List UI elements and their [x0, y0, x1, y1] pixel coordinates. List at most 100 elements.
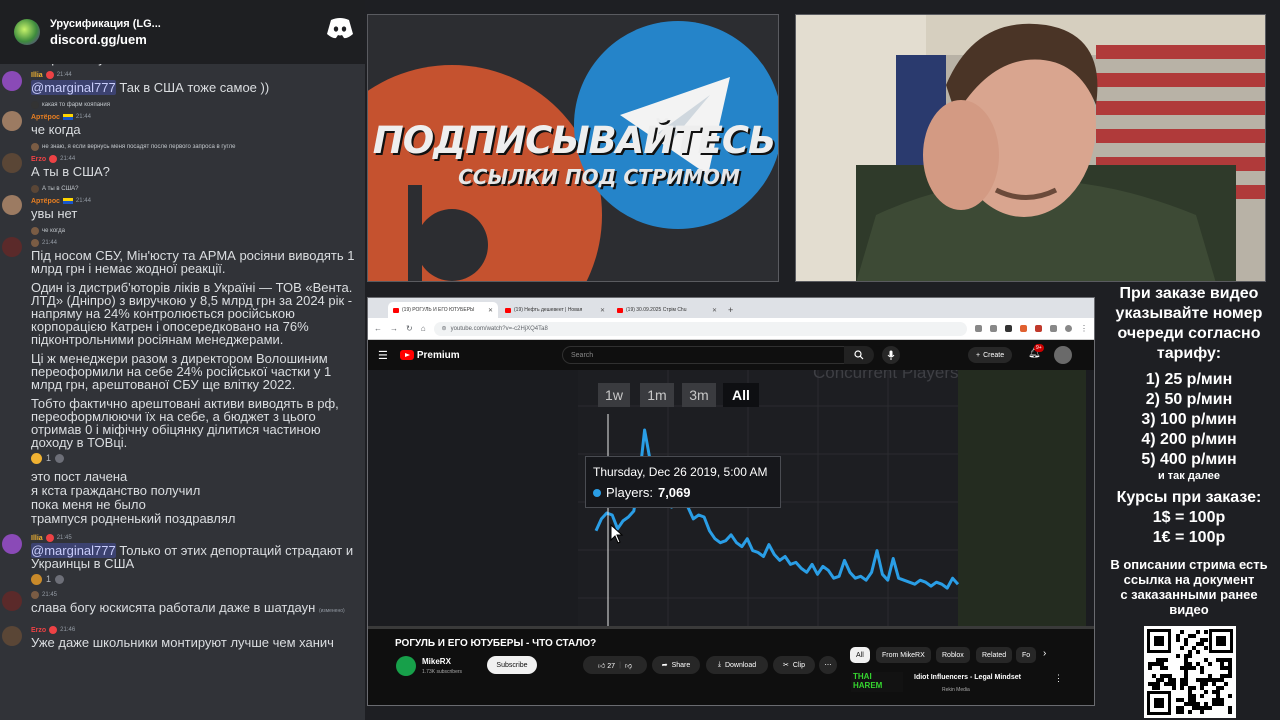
- avatar[interactable]: [2, 195, 22, 215]
- voice-search-button[interactable]: [882, 346, 900, 364]
- recommended-channel[interactable]: Rekin Media: [942, 687, 970, 693]
- range-1m-button[interactable]: 1m: [640, 383, 674, 407]
- avatar[interactable]: [2, 71, 22, 91]
- browser-tab[interactable]: (19) Нефть дешевеет | Новая ✕: [500, 302, 610, 318]
- clip-button[interactable]: ✂ Clip: [773, 656, 815, 674]
- add-reaction-icon[interactable]: [55, 453, 65, 463]
- recommended-title[interactable]: Idiot Influencers - Legal Mindset: [914, 674, 1021, 681]
- browser-menu-icon[interactable]: ⋮: [1080, 324, 1088, 333]
- dislike-icon[interactable]: 👎︎: [625, 661, 632, 670]
- youtube-favicon-icon: [617, 307, 623, 313]
- range-1w-button[interactable]: 1w: [598, 383, 630, 407]
- share-icon[interactable]: [990, 325, 997, 332]
- hamburger-menu-icon[interactable]: ☰: [378, 349, 388, 362]
- avatar[interactable]: [2, 237, 22, 257]
- more-actions-button[interactable]: ⋯: [819, 656, 837, 674]
- chip-all[interactable]: All: [850, 647, 870, 663]
- close-tab-icon[interactable]: ✕: [488, 307, 493, 314]
- reply-preview[interactable]: какая то фарм кояпания: [31, 99, 365, 111]
- search-input[interactable]: Search: [562, 346, 868, 364]
- more-options-icon[interactable]: ⋮: [1054, 673, 1063, 684]
- zoom-icon[interactable]: [975, 325, 982, 332]
- avatar[interactable]: [2, 591, 22, 611]
- mouse-cursor-icon: [610, 524, 624, 544]
- invite-link[interactable]: discord.gg/uem: [50, 32, 161, 47]
- avatar[interactable]: [2, 153, 22, 173]
- reaction[interactable]: 1: [31, 452, 365, 464]
- extension-icon[interactable]: [1005, 325, 1012, 332]
- reaction[interactable]: 1: [31, 573, 365, 585]
- extension-icon[interactable]: [1035, 325, 1042, 332]
- reply-preview[interactable]: А ты в США?: [31, 183, 365, 195]
- close-tab-icon[interactable]: ✕: [712, 307, 717, 314]
- subscribe-button[interactable]: Subscribe: [487, 656, 537, 674]
- forward-icon[interactable]: →: [390, 324, 398, 333]
- profile-icon[interactable]: [1065, 325, 1072, 332]
- chat-message[interactable]: 21:45 слава богу юскисята работали даже …: [0, 589, 365, 618]
- video-player[interactable]: Concurrent Players 1w 1m 3m All Thursday…: [368, 370, 1094, 626]
- youtube-logo[interactable]: Premium: [399, 350, 460, 361]
- timestamp: 21:45: [56, 535, 72, 541]
- reply-text: не знаю, я если вернусь меня посадят пос…: [42, 144, 236, 150]
- avatar[interactable]: [2, 534, 22, 554]
- edited-tag: (изменено): [318, 608, 345, 614]
- mention[interactable]: @marginal777: [31, 80, 116, 95]
- extension-icon[interactable]: [1020, 325, 1027, 332]
- home-icon[interactable]: ⌂: [421, 324, 426, 333]
- reload-icon[interactable]: ↻: [406, 324, 413, 333]
- chat-message[interactable]: Illia 21:45 @marginal777 Только от этих д…: [0, 532, 365, 585]
- promo-panel: ПОДПИСЫВАЙТЕСЬ ССЫЛКИ ПОД СТРИМОМ: [367, 14, 779, 282]
- chat-message[interactable]: че когда 21:44 Під носом СБУ, Мін'юсту т…: [0, 225, 365, 464]
- avatar[interactable]: [2, 626, 22, 646]
- back-icon[interactable]: ←: [374, 324, 382, 333]
- account-avatar[interactable]: [1054, 346, 1072, 364]
- etc-note: и так далее: [1157, 470, 1221, 482]
- channel-name[interactable]: MikeRX: [422, 657, 451, 666]
- author-name[interactable]: Erzo: [31, 627, 46, 634]
- reply-avatar: [31, 143, 39, 151]
- chat-message[interactable]: Erzo 21:46 Уже даже школьники монтируют л…: [0, 624, 365, 649]
- author-name[interactable]: Артёрос: [31, 114, 60, 121]
- author-name[interactable]: Illia: [31, 72, 43, 79]
- reply-preview[interactable]: не знаю, я если вернусь меня посадят пос…: [31, 141, 365, 153]
- extensions-menu-icon[interactable]: [1050, 325, 1057, 332]
- pricing-panel: При заказе видео указывайте номер очеред…: [1098, 282, 1280, 720]
- chat-message[interactable]: не знаю, я если вернусь меня посадят пос…: [0, 141, 365, 178]
- chevron-right-icon[interactable]: ›: [1043, 648, 1046, 659]
- avatar[interactable]: [2, 111, 22, 131]
- new-tab-button[interactable]: +: [724, 302, 733, 318]
- rate-line: 1€ = 100р: [1152, 529, 1226, 546]
- address-bar[interactable]: ⊜ youtube.com/watch?v=-c2HjXQ4Ta8: [433, 321, 967, 336]
- site-info-icon[interactable]: ⊜: [442, 325, 447, 332]
- chat-message-group[interactable]: это пост лачена я кста гражданство получ…: [0, 470, 365, 526]
- video-progress-bar[interactable]: [368, 626, 1094, 629]
- chip-from-channel[interactable]: From MikeRX: [876, 647, 931, 663]
- chat-message[interactable]: какая то фарм кояпания Артёрос 21:44 че к…: [0, 99, 365, 136]
- chip-more[interactable]: Fo: [1016, 647, 1036, 663]
- chip-related[interactable]: Related: [976, 647, 1013, 663]
- discord-banner[interactable]: Урусификация (LG... discord.gg/uem: [0, 0, 365, 64]
- chat-message[interactable]: Illia 21:44 @marginal777 Так в США тоже с…: [0, 69, 365, 95]
- chart-title: Concurrent Players: [813, 370, 959, 382]
- recommended-thumbnail[interactable]: THAI HAREM: [851, 672, 903, 692]
- chat-message[interactable]: А ты в США? Артёрос 21:44 увы нет: [0, 183, 365, 220]
- browser-tab[interactable]: (19) 30.09.2025 Стрім Chu ✕: [612, 302, 722, 318]
- author-name[interactable]: Артёрос: [31, 198, 60, 205]
- like-button[interactable]: 👍︎ 27: [598, 661, 615, 670]
- chip-roblox[interactable]: Roblox: [936, 647, 970, 663]
- tab-strip: (19) РОГУЛЬ И ЕГО ЮТУБЕРЫ ✕ (19) Нефть де…: [368, 298, 1094, 318]
- share-button[interactable]: ➦ Share: [652, 656, 700, 674]
- range-3m-button[interactable]: 3m: [682, 383, 716, 407]
- range-all-button[interactable]: All: [723, 383, 759, 407]
- browser-tab[interactable]: (19) РОГУЛЬ И ЕГО ЮТУБЕРЫ ✕: [388, 302, 498, 318]
- search-button[interactable]: [844, 346, 874, 364]
- author-name[interactable]: Illia: [31, 535, 43, 542]
- author-name[interactable]: Erzo: [31, 156, 46, 163]
- channel-avatar[interactable]: [396, 656, 416, 676]
- add-reaction-icon[interactable]: [55, 574, 65, 584]
- close-tab-icon[interactable]: ✕: [600, 307, 605, 314]
- message-text: трампуся родненький поздравлял: [31, 511, 236, 526]
- create-button[interactable]: + Create: [968, 347, 1013, 363]
- reply-preview[interactable]: че когда: [31, 225, 365, 237]
- download-button[interactable]: ⤓ Download: [706, 656, 768, 674]
